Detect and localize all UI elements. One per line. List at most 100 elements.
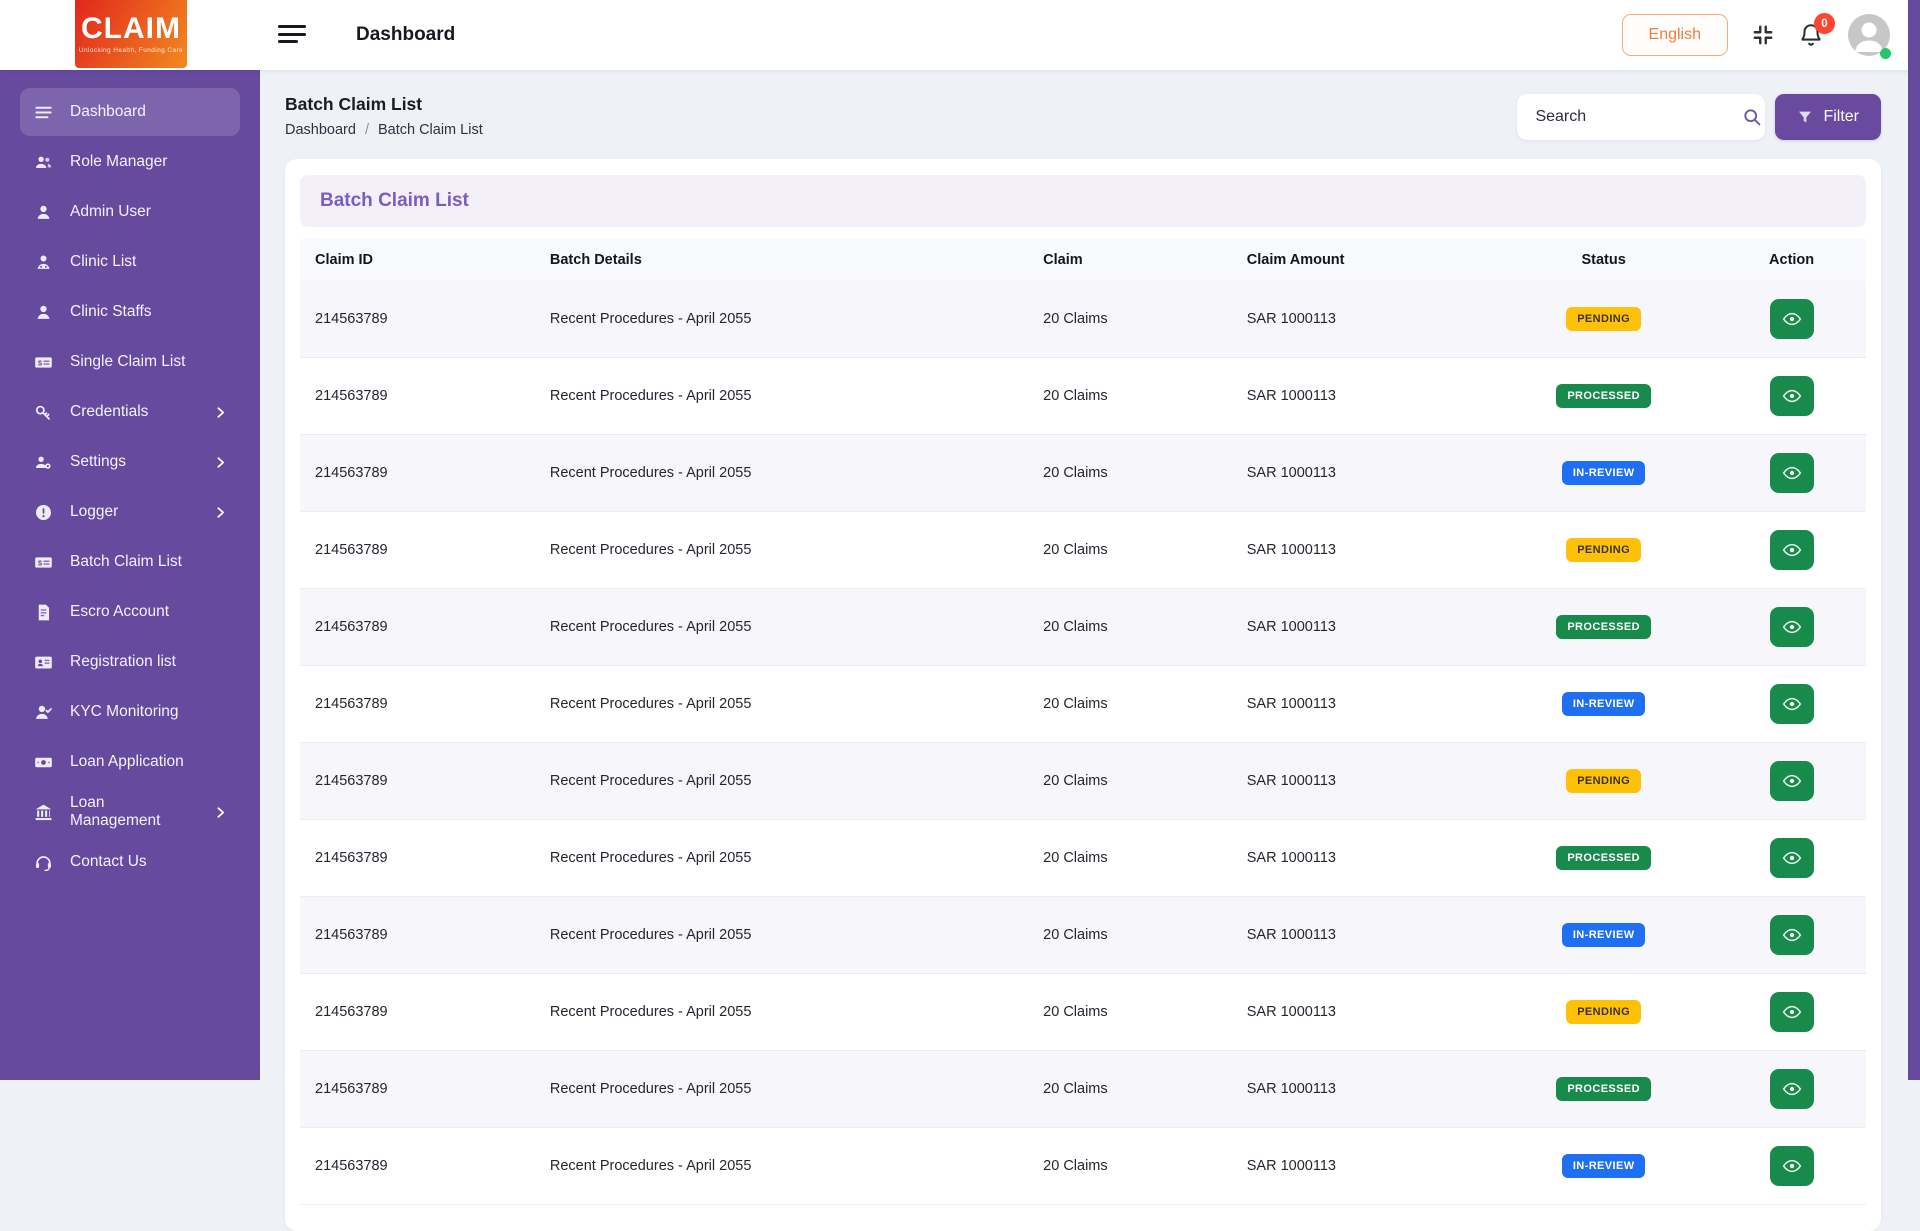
user-icon	[33, 202, 53, 222]
sidebar-item-batch-claim-list[interactable]: $Batch Claim List	[20, 538, 240, 586]
app-logo: CLAIM Unlocking Health, Funding Care	[75, 0, 187, 68]
fullscreen-compress-icon[interactable]	[1752, 24, 1774, 46]
claim-cell: 20 Claims	[1028, 974, 1232, 1051]
sidebar-item-credentials[interactable]: Credentials	[20, 388, 240, 436]
status-cell: PROCESSED	[1490, 358, 1717, 435]
view-button[interactable]	[1770, 992, 1814, 1032]
menu-icon	[33, 102, 53, 122]
claim-id-cell: 214563789	[300, 281, 535, 358]
view-button[interactable]	[1770, 376, 1814, 416]
claim-amount-cell: SAR 1000113	[1232, 897, 1490, 974]
sidebar-item-loan-management[interactable]: Loan Management	[20, 788, 240, 836]
claim-amount-cell: SAR 1000113	[1232, 974, 1490, 1051]
sidebar-item-kyc-monitoring[interactable]: KYC Monitoring	[20, 688, 240, 736]
eye-icon	[1782, 848, 1802, 868]
claim-cell: 20 Claims	[1028, 512, 1232, 589]
table-row: 214563789Recent Procedures - April 20552…	[300, 358, 1866, 435]
view-button[interactable]	[1770, 1146, 1814, 1186]
table-row: 214563789Recent Procedures - April 20552…	[300, 974, 1866, 1051]
view-button[interactable]	[1770, 530, 1814, 570]
user-check-icon	[33, 702, 53, 722]
sidebar-item-escro-account[interactable]: Escro Account	[20, 588, 240, 636]
view-button[interactable]	[1770, 453, 1814, 493]
claim-cell: 20 Claims	[1028, 897, 1232, 974]
sidebar-item-logger[interactable]: Logger	[20, 488, 240, 536]
claim-id-cell: 214563789	[300, 897, 535, 974]
sidebar-item-clinic-staffs[interactable]: Clinic Staffs	[20, 288, 240, 336]
batch-details-cell: Recent Procedures - April 2055	[535, 435, 1028, 512]
eye-icon	[1782, 1079, 1802, 1099]
view-button[interactable]	[1770, 838, 1814, 878]
batch-details-cell: Recent Procedures - April 2055	[535, 281, 1028, 358]
status-badge: PENDING	[1566, 1000, 1641, 1024]
action-cell	[1717, 281, 1866, 358]
claim-id-cell: 214563789	[300, 435, 535, 512]
money-bill-icon	[33, 752, 53, 772]
breadcrumb: Dashboard / Batch Claim List	[285, 122, 483, 138]
action-cell	[1717, 589, 1866, 666]
eye-icon	[1782, 925, 1802, 945]
status-cell: IN-REVIEW	[1490, 897, 1717, 974]
sidebar-item-single-claim-list[interactable]: $Single Claim List	[20, 338, 240, 386]
eye-icon	[1782, 617, 1802, 637]
status-cell: IN-REVIEW	[1490, 1128, 1717, 1205]
menu-toggle-icon[interactable]	[278, 21, 308, 47]
claim-amount-cell: SAR 1000113	[1232, 358, 1490, 435]
notification-count-badge: 0	[1814, 13, 1835, 34]
column-header-status: Status	[1490, 239, 1717, 281]
breadcrumb-dashboard[interactable]: Dashboard	[285, 122, 356, 138]
claim-cell: 20 Claims	[1028, 666, 1232, 743]
sidebar-item-label: Escro Account	[70, 603, 169, 621]
breadcrumb-current[interactable]: Batch Claim List	[378, 122, 483, 138]
user-avatar[interactable]	[1848, 14, 1890, 56]
batch-details-cell: Recent Procedures - April 2055	[535, 974, 1028, 1051]
sidebar-item-contact-us[interactable]: Contact Us	[20, 838, 240, 886]
action-cell	[1717, 1051, 1866, 1128]
claim-id-cell: 214563789	[300, 512, 535, 589]
search-icon[interactable]	[1742, 107, 1762, 127]
view-button[interactable]	[1770, 607, 1814, 647]
language-button[interactable]: English	[1622, 14, 1728, 56]
view-button[interactable]	[1770, 299, 1814, 339]
filter-button[interactable]: Filter	[1775, 94, 1881, 140]
online-status-dot	[1880, 48, 1891, 59]
view-button[interactable]	[1770, 1069, 1814, 1109]
sidebar-item-admin-user[interactable]: Admin User	[20, 188, 240, 236]
sidebar-item-registration-list[interactable]: Registration list	[20, 638, 240, 686]
eye-icon	[1782, 1156, 1802, 1176]
claim-id-cell: 214563789	[300, 974, 535, 1051]
claim-id-cell: 214563789	[300, 743, 535, 820]
scrollbar-strip[interactable]	[1908, 0, 1920, 1080]
claim-id-cell: 214563789	[300, 820, 535, 897]
claim-cell: 20 Claims	[1028, 435, 1232, 512]
claim-id-cell: 214563789	[300, 589, 535, 666]
status-cell: IN-REVIEW	[1490, 435, 1717, 512]
sidebar-item-label: Loan Application	[70, 753, 184, 771]
notifications-button[interactable]: 0	[1798, 22, 1824, 48]
filter-button-label: Filter	[1823, 108, 1859, 126]
column-header-batch-details: Batch Details	[535, 239, 1028, 281]
status-cell: PROCESSED	[1490, 1051, 1717, 1128]
view-button[interactable]	[1770, 915, 1814, 955]
status-badge: IN-REVIEW	[1562, 1154, 1646, 1178]
action-cell	[1717, 820, 1866, 897]
claim-amount-cell: SAR 1000113	[1232, 589, 1490, 666]
claim-id-cell: 214563789	[300, 1128, 535, 1205]
status-badge: PROCESSED	[1556, 384, 1651, 408]
status-badge: PROCESSED	[1556, 846, 1651, 870]
status-cell: PENDING	[1490, 974, 1717, 1051]
key-icon	[33, 402, 53, 422]
action-cell	[1717, 974, 1866, 1051]
view-button[interactable]	[1770, 684, 1814, 724]
sidebar-item-dashboard[interactable]: Dashboard	[20, 88, 240, 136]
action-cell	[1717, 743, 1866, 820]
claim-cell: 20 Claims	[1028, 820, 1232, 897]
sidebar-item-clinic-list[interactable]: Clinic List	[20, 238, 240, 286]
sidebar-item-role-manager[interactable]: Role Manager	[20, 138, 240, 186]
search-input[interactable]	[1535, 108, 1742, 126]
view-button[interactable]	[1770, 761, 1814, 801]
batch-details-cell: Recent Procedures - April 2055	[535, 358, 1028, 435]
status-cell: PENDING	[1490, 512, 1717, 589]
sidebar-item-loan-application[interactable]: Loan Application	[20, 738, 240, 786]
sidebar-item-settings[interactable]: Settings	[20, 438, 240, 486]
